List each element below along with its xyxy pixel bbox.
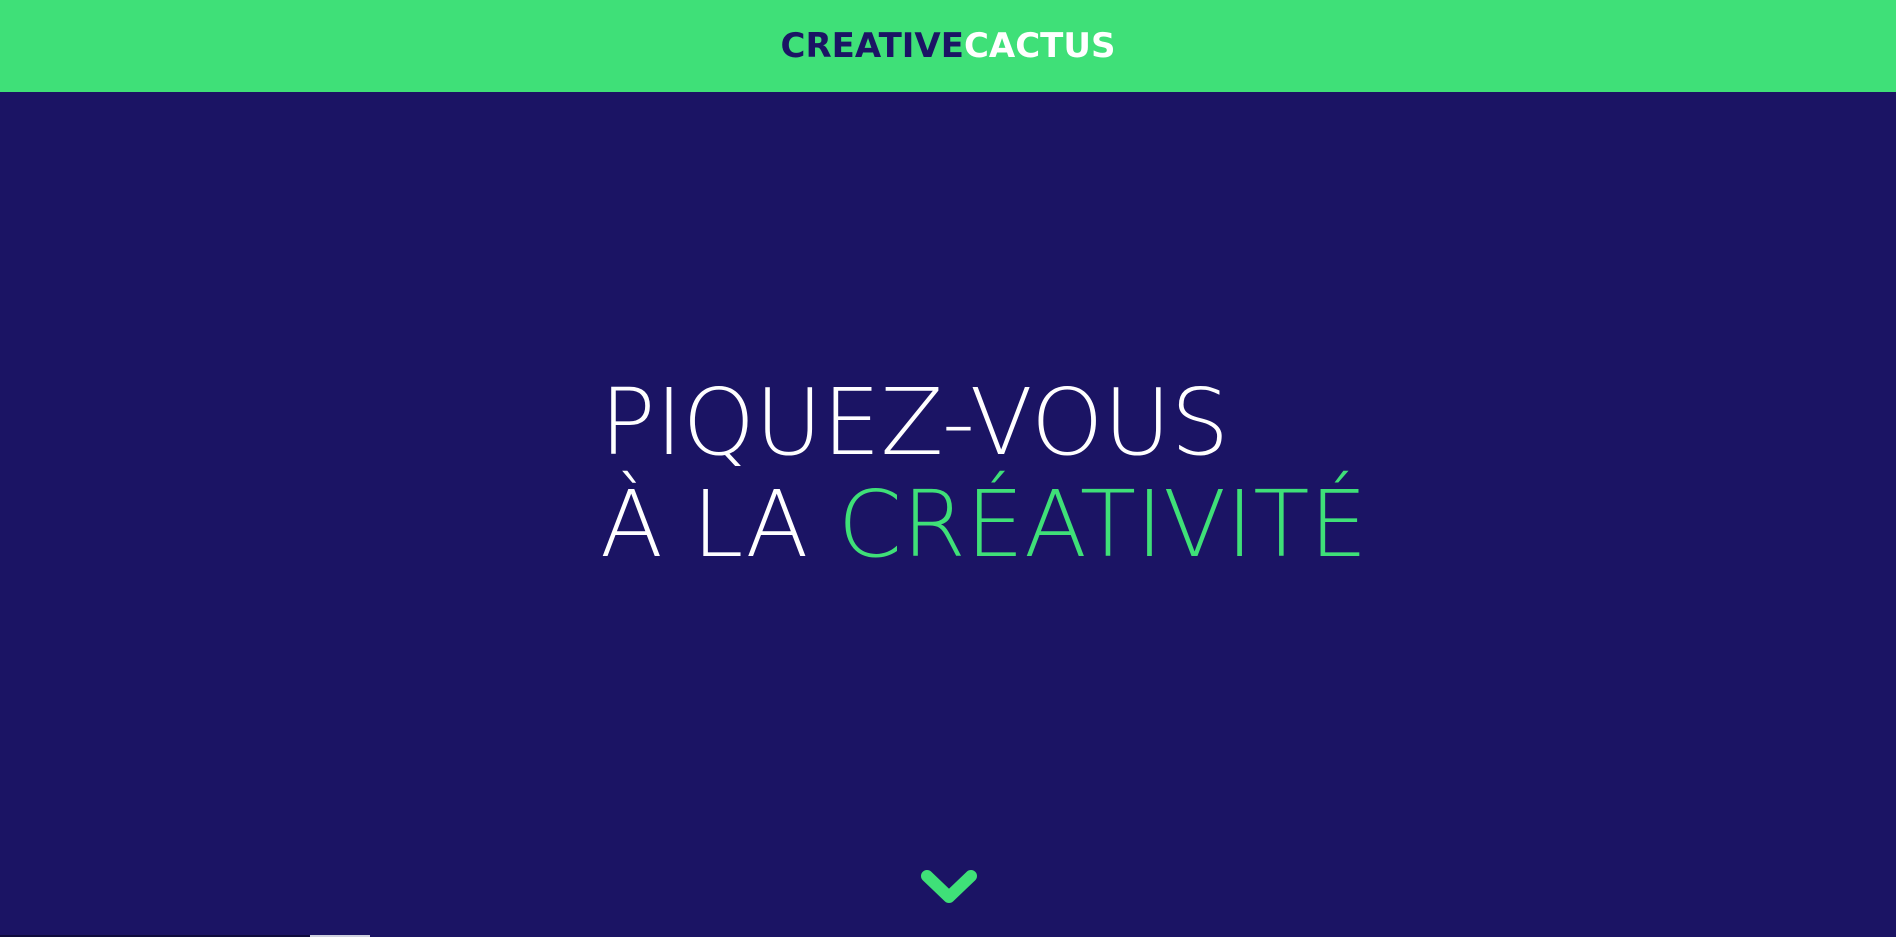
logo-text-creative: CREATIVE <box>780 26 964 66</box>
headline-accent-word: CRÉATIVITÉ <box>837 471 1368 578</box>
scroll-down-button[interactable] <box>919 866 979 906</box>
headline-line-1: PIQUEZ-VOUS <box>600 369 1230 476</box>
top-header: CREATIVECACTUS <box>0 0 1896 92</box>
hero-section: PIQUEZ-VOUS À LA CRÉATIVITÉ <box>0 92 1896 937</box>
hero-headline: PIQUEZ-VOUS À LA CRÉATIVITÉ <box>600 372 1368 576</box>
headline-line-2: À LA CRÉATIVITÉ <box>600 474 1368 576</box>
chevron-down-icon <box>921 870 977 903</box>
headline-line-2-prefix: À LA <box>600 471 838 578</box>
site-logo[interactable]: CREATIVECACTUS <box>781 29 1116 63</box>
logo-text-cactus: CACTUS <box>963 26 1116 66</box>
